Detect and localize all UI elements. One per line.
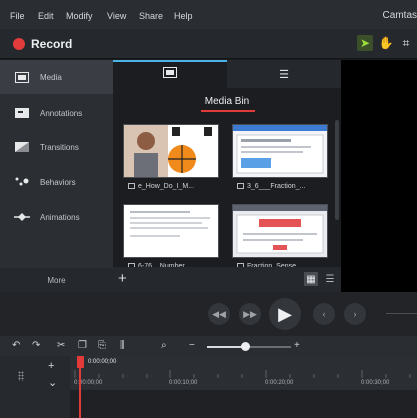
app-title: Camtas [382, 10, 417, 21]
ruler-tick-label: 0:00:30;00 [361, 380, 390, 386]
record-label: Record [31, 37, 73, 51]
media-item-caption: 3_6___Fraction_... [237, 183, 305, 190]
zoom-slider-knob[interactable] [241, 342, 250, 351]
timeline: + ⌄ 0:00:00;00 0:00:10;00 0:00:20;00 0:0… [0, 356, 417, 418]
sidebar-item-label: Behaviors [40, 178, 76, 187]
playback-controls: ◀◀ ▶▶ ▶ ‹ › [0, 292, 417, 336]
timeline-ruler[interactable]: 0:00:00;00 0:00:10;00 0:00:20;00 0:00:30… [70, 356, 417, 390]
bin-title-underline [201, 110, 255, 112]
cut-icon[interactable]: ✂ [57, 340, 65, 351]
redo-icon[interactable]: ↷ [32, 340, 40, 351]
chevron-down-icon[interactable]: ⌄ [48, 376, 57, 389]
film-strip-icon [13, 71, 31, 83]
sidebar-item-label: Annotations [40, 109, 83, 118]
search-icon[interactable]: ⌕ [161, 340, 167, 351]
sidebar-item-label: Animations [40, 213, 80, 222]
sidebar-item-animations[interactable]: Animations [0, 200, 113, 234]
zoom-slider-fill [207, 346, 245, 348]
media-bin-scrollbar[interactable] [335, 120, 339, 220]
undo-icon[interactable]: ↶ [12, 340, 20, 351]
media-bin-title: Media Bin [204, 96, 250, 107]
menu-file[interactable]: File [10, 11, 25, 21]
more-button[interactable]: More [0, 268, 113, 292]
sidebar-item-transitions[interactable]: Transitions [0, 130, 113, 164]
play-icon[interactable]: ▶ [269, 298, 301, 330]
step-back-icon[interactable]: ◀◀ [208, 303, 230, 325]
menu-edit[interactable]: Edit [38, 11, 54, 21]
copy-icon[interactable]: ❐ [78, 340, 87, 351]
menu-share[interactable]: Share [139, 11, 163, 21]
previous-clip-icon[interactable]: ‹ [313, 303, 335, 325]
media-thumbnail[interactable] [232, 124, 328, 178]
record-icon [13, 38, 25, 50]
behaviors-icon [13, 176, 31, 188]
list-view-icon[interactable]: ☰ [323, 272, 337, 286]
video-file-icon [237, 183, 244, 190]
crop-tool-icon[interactable]: ⌗ [398, 35, 414, 51]
film-strip-icon [163, 67, 177, 81]
tab-library[interactable]: ☰ [227, 60, 341, 88]
bin-footer: + ▦ ☰ [113, 267, 341, 292]
menu-bar: File Edit Modify View Share Help Camtas [0, 0, 417, 29]
video-file-icon [128, 183, 135, 190]
animation-icon [13, 211, 31, 223]
menu-help[interactable]: Help [174, 11, 193, 21]
sidebar-item-annotations[interactable]: Annotations [0, 96, 113, 130]
record-bar: Record ➤ ✋ ⌗ [0, 29, 417, 59]
media-thumbnail[interactable] [123, 124, 219, 178]
select-tool-icon[interactable]: ➤ [357, 35, 373, 51]
timeline-toolbar: ↶ ↷ ✂ ❐ ⎘ ⫼ ⌕ − + [0, 336, 417, 356]
bin-tabs: ☰ [113, 60, 341, 88]
playhead-handle[interactable] [77, 356, 84, 368]
transition-icon [13, 141, 31, 153]
preview-scrub-line[interactable] [386, 313, 417, 314]
ruler-tick-label: 0:00:20;00 [265, 380, 294, 386]
grid-view-icon[interactable]: ▦ [304, 272, 318, 286]
sidebar-item-label: Transitions [40, 143, 79, 152]
zoom-in-icon[interactable]: + [294, 340, 300, 351]
annotation-icon [13, 107, 31, 119]
media-thumbnail[interactable] [123, 204, 219, 258]
drag-handle-icon[interactable] [18, 371, 24, 381]
menu-modify[interactable]: Modify [66, 11, 93, 21]
sidebar-item-label: Media [40, 73, 62, 82]
media-item-caption: e_How_Do_I_M... [128, 183, 194, 190]
tab-media-bin[interactable] [113, 60, 227, 88]
list-icon: ☰ [279, 68, 289, 81]
canvas-preview[interactable] [341, 60, 417, 292]
paste-icon[interactable]: ⎘ [98, 340, 106, 351]
playhead-time: 0:00:00;00 [88, 359, 117, 365]
sidebar-item-behaviors[interactable]: Behaviors [0, 165, 113, 199]
tools-sidebar: Media Annotations Transitions Behaviors … [0, 60, 113, 292]
add-media-icon[interactable]: + [118, 270, 127, 287]
more-label: More [47, 276, 66, 285]
menu-view[interactable]: View [107, 11, 126, 21]
add-track-icon[interactable]: + [48, 360, 54, 372]
sidebar-item-media[interactable]: Media [0, 60, 113, 94]
pan-tool-icon[interactable]: ✋ [378, 35, 394, 51]
track-header: + ⌄ [0, 356, 70, 418]
media-bin-panel: ☰ Media Bin e_How_Do_I_M... 3_6___Fracti… [113, 60, 341, 292]
step-forward-icon[interactable]: ▶▶ [239, 303, 261, 325]
next-clip-icon[interactable]: › [344, 303, 366, 325]
split-icon[interactable]: ⫼ [120, 340, 125, 351]
zoom-out-icon[interactable]: − [189, 340, 195, 351]
media-thumbnail[interactable] [232, 204, 328, 258]
ruler-tick-label: 0:00:10;00 [169, 380, 198, 386]
